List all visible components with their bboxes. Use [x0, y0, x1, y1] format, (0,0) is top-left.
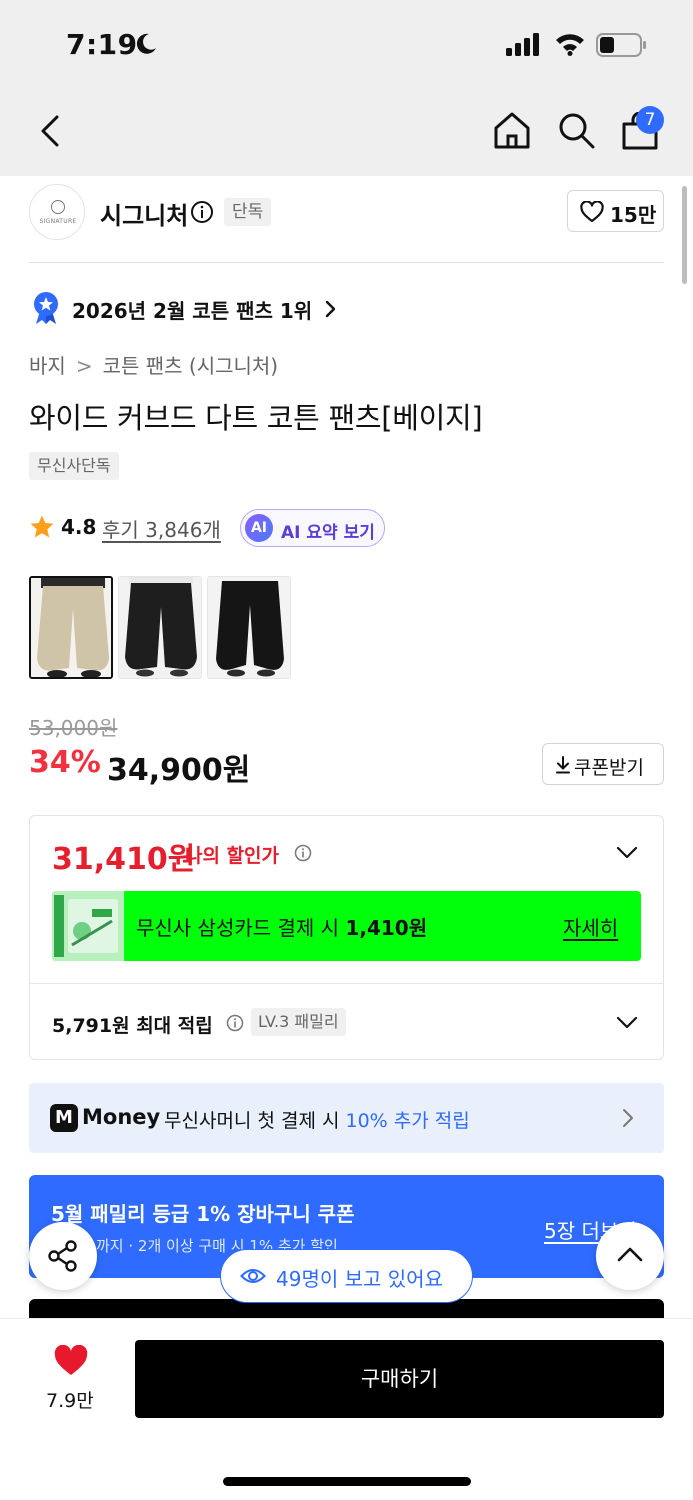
- heart-filled-icon[interactable]: [53, 1345, 89, 1377]
- divider: [29, 262, 664, 263]
- live-viewers-text: 49명이 보고 있어요: [276, 1267, 443, 1291]
- chevron-right-icon[interactable]: [324, 300, 336, 318]
- brand-like-count: 15만: [610, 203, 657, 227]
- coupon-button-label: 쿠폰받기: [574, 757, 644, 779]
- product-thumbnail-black-2[interactable]: [207, 576, 291, 679]
- eye-icon: [240, 1269, 266, 1283]
- discount-rate: 34%: [29, 745, 101, 780]
- signal-icon: [506, 33, 539, 56]
- divider: [30, 983, 663, 984]
- info-icon[interactable]: [190, 200, 214, 224]
- product-thumbnail-beige[interactable]: [29, 576, 113, 679]
- money-logo-icon: M: [50, 1104, 78, 1132]
- original-price: 53,000원: [29, 716, 118, 740]
- breadcrumb-separator: >: [75, 354, 93, 378]
- card-promo-text: 무신사 삼성카드 결제 시 1,410원: [136, 912, 427, 941]
- ranking-badge-icon: [34, 292, 58, 324]
- member-level-tag: LV.3 패밀리: [251, 1008, 346, 1036]
- sale-price: 34,900원: [107, 753, 251, 788]
- ranking-text[interactable]: 2026년 2월 코튼 팬츠 1위: [72, 295, 312, 324]
- product-like-count: 7.9만: [46, 1390, 94, 1412]
- scrollbar[interactable]: [682, 186, 687, 284]
- thumbnail-image: [208, 577, 290, 678]
- exclusive-tag: 단독: [224, 198, 272, 226]
- top-navigation: [0, 88, 693, 176]
- heart-outline-icon: [580, 201, 604, 223]
- brand-like-button[interactable]: 15만: [567, 190, 664, 232]
- product-thumbnail-black-1[interactable]: [118, 576, 202, 679]
- brand-name[interactable]: 시그니처: [100, 196, 188, 231]
- share-icon: [48, 1240, 77, 1272]
- card-promo-amount: 1,410원: [345, 916, 428, 940]
- ai-icon: AI: [245, 514, 273, 542]
- live-viewers-pill: 49명이 보고 있어요: [220, 1249, 473, 1303]
- search-icon[interactable]: [556, 110, 596, 150]
- thumbnail-image: [31, 578, 111, 677]
- scroll-to-top-button[interactable]: [596, 1222, 664, 1290]
- family-coupon-title: 5월 패밀리 등급 1% 장바구니 쿠폰: [51, 1202, 355, 1226]
- my-discount-price[interactable]: 31,410원: [52, 834, 195, 878]
- buy-button[interactable]: 구매하기: [135, 1340, 664, 1418]
- cart-count-badge: 7: [636, 106, 664, 134]
- card-promo-detail-link[interactable]: 자세히: [563, 912, 618, 941]
- chevron-right-icon[interactable]: [622, 1108, 634, 1128]
- ai-summary-button[interactable]: AI AI 요약 보기: [240, 509, 385, 547]
- download-icon: [556, 756, 570, 774]
- rating-score: 4.8: [61, 515, 97, 539]
- breadcrumb-item-cotton-pants[interactable]: 코튼 팬츠 (시그니처): [103, 350, 279, 379]
- money-promo-label: 무신사머니 첫 결제 시: [164, 1110, 346, 1132]
- info-icon[interactable]: [226, 1014, 244, 1032]
- ai-summary-label: AI 요약 보기: [281, 523, 375, 543]
- back-arrow-icon[interactable]: [38, 114, 62, 148]
- card-promo-image: [52, 891, 124, 961]
- coupon-download-button[interactable]: 쿠폰받기: [542, 743, 664, 785]
- money-promo-text: 무신사머니 첫 결제 시 10% 추가 적립: [164, 1106, 470, 1133]
- home-icon[interactable]: [492, 110, 532, 150]
- product-title: 와이드 커브드 다트 코튼 팬츠[베이지]: [29, 401, 483, 435]
- share-button[interactable]: [29, 1222, 97, 1290]
- breadcrumb-item-pants[interactable]: 바지: [29, 350, 66, 379]
- info-icon[interactable]: [294, 844, 312, 862]
- card-promo-label: 무신사 삼성카드 결제 시: [136, 916, 346, 940]
- chevron-up-icon: [617, 1247, 643, 1262]
- money-promo-highlight: 10% 추가 적립: [345, 1110, 470, 1132]
- chevron-down-icon[interactable]: [616, 846, 638, 860]
- review-count-link[interactable]: 후기 3,846개: [102, 514, 221, 543]
- musinsa-exclusive-tag: 무신사단독: [29, 452, 119, 480]
- home-indicator[interactable]: [223, 1477, 471, 1486]
- max-points[interactable]: 5,791원 최대 적립: [52, 1011, 213, 1038]
- status-bar: 7:19: [0, 0, 693, 88]
- money-brand: Money: [82, 1105, 161, 1129]
- thumbnail-image: [119, 577, 201, 678]
- brand-logo-text: SIGNATURE: [39, 218, 77, 225]
- battery-icon: [596, 33, 646, 57]
- moon-icon: [136, 33, 156, 54]
- breadcrumb: 바지 > 코튼 팬츠 (시그니처): [29, 350, 278, 379]
- star-icon: [30, 515, 54, 538]
- status-time: 7:19: [66, 28, 138, 61]
- my-discount-label: 나의 할인가: [185, 845, 280, 867]
- brand-logo[interactable]: SIGNATURE: [29, 184, 85, 240]
- wifi-icon: [556, 34, 584, 56]
- chevron-down-icon[interactable]: [616, 1016, 638, 1030]
